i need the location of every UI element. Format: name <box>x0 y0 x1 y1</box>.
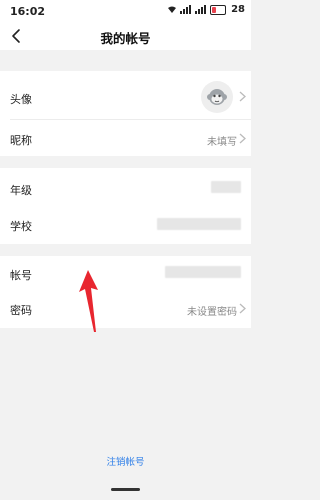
status-icons: 28 <box>167 4 245 15</box>
grade-label: 年级 <box>10 184 32 197</box>
avatar-row[interactable]: 头像 <box>0 75 251 118</box>
nickname-row[interactable]: 昵称 未填写 <box>0 120 251 156</box>
annotation-arrow-icon <box>79 270 98 332</box>
chevron-right-icon <box>239 303 246 314</box>
grade-value-redacted <box>211 181 241 193</box>
chevron-right-icon <box>239 91 246 102</box>
account-group: 帐号 密码 未设置密码 <box>0 256 251 328</box>
battery-level: 28 <box>231 4 245 15</box>
signal-icon <box>180 5 192 14</box>
avatar <box>201 81 233 113</box>
account-value-redacted <box>165 266 241 278</box>
nickname-label: 昵称 <box>10 134 32 147</box>
status-time: 16:02 <box>10 5 46 18</box>
password-label: 密码 <box>10 304 32 317</box>
account-label: 帐号 <box>10 269 32 282</box>
password-value: 未设置密码 <box>187 307 237 318</box>
password-row[interactable]: 密码 未设置密码 <box>0 290 251 328</box>
school-value-redacted <box>157 218 241 230</box>
nickname-value: 未填写 <box>207 137 237 148</box>
account-row: 帐号 <box>0 256 251 290</box>
profile-group: 头像 昵称 未填写 <box>0 71 251 156</box>
avatar-label: 头像 <box>10 93 32 106</box>
wifi-icon <box>168 6 177 13</box>
status-bar: 16:02 28 <box>0 0 251 22</box>
nav-bar: 我的帐号 <box>0 22 251 50</box>
school-row[interactable]: 学校 <box>0 206 251 244</box>
cancel-account-link[interactable]: 注销帐号 <box>0 454 251 468</box>
school-label: 学校 <box>10 220 32 233</box>
battery-icon <box>210 4 227 15</box>
grade-row[interactable]: 年级 <box>0 168 251 206</box>
avatar-monkey-icon <box>207 89 227 105</box>
page-title: 我的帐号 <box>100 31 151 46</box>
signal-icon-2 <box>195 5 207 14</box>
chevron-right-icon <box>239 133 246 144</box>
school-group: 年级 学校 <box>0 168 251 244</box>
home-indicator[interactable] <box>111 488 140 491</box>
